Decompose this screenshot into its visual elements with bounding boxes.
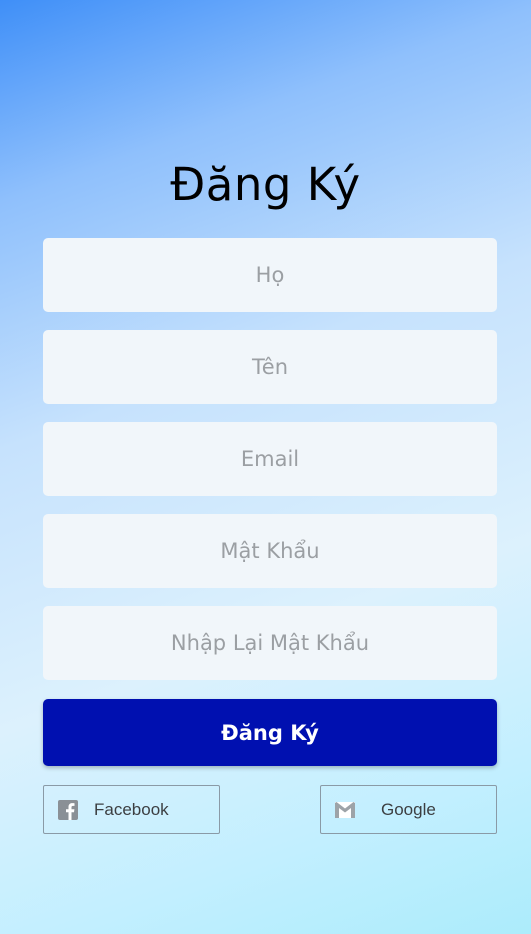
page-title: Đăng Ký xyxy=(170,158,361,211)
google-login-button[interactable]: Google xyxy=(320,785,497,834)
google-label: Google xyxy=(381,799,436,819)
facebook-icon xyxy=(58,800,78,820)
email-input[interactable] xyxy=(43,422,497,496)
facebook-login-button[interactable]: Facebook xyxy=(43,785,220,834)
password-input[interactable] xyxy=(43,514,497,588)
register-button[interactable]: Đăng Ký xyxy=(43,699,497,766)
first-name-input[interactable] xyxy=(43,330,497,404)
confirm-password-input[interactable] xyxy=(43,606,497,680)
last-name-input[interactable] xyxy=(43,238,497,312)
gmail-icon xyxy=(335,800,355,820)
facebook-label: Facebook xyxy=(94,799,169,819)
